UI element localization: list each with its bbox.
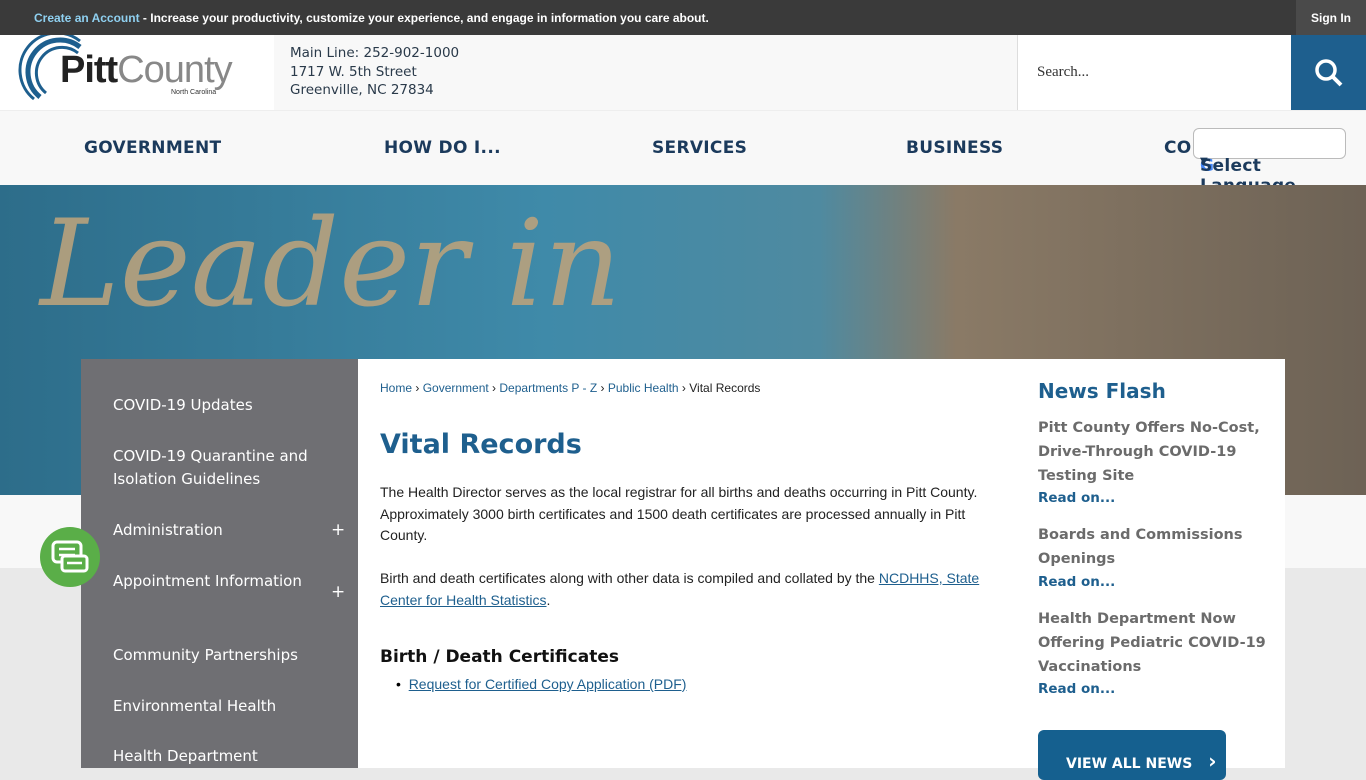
search-input[interactable]: Search... [1017,35,1291,110]
read-on-link[interactable]: Read on... [1038,681,1115,697]
source-paragraph: Birth and death certificates along with … [380,568,980,611]
breadcrumb-home[interactable]: Home [380,381,412,395]
news-item-title[interactable]: Pitt County Offers No-Cost, Drive-Throug… [1038,416,1268,488]
expand-appointment-button[interactable]: + [331,581,345,604]
news-title: News Flash [1038,379,1166,403]
main-nav: GOVERNMENT HOW DO I... SERVICES BUSINESS… [0,110,1366,196]
intro-paragraph: The Health Director serves as the local … [380,484,978,543]
source-text: Birth and death certificates along with … [380,570,879,586]
read-on-link[interactable]: Read on... [1038,574,1115,590]
sign-in-button[interactable]: Sign In [1296,0,1366,35]
news-item-title[interactable]: Health Department Now Offering Pediatric… [1038,607,1268,679]
logo-subtitle: North Carolina [171,89,217,96]
nav-business[interactable]: BUSINESS [906,138,1003,158]
top-bar: Create an Account - Increase your produc… [0,0,1366,35]
sidebar-item-appointment[interactable]: Appointment Information [113,570,323,593]
chat-button[interactable] [40,527,100,587]
nav-services[interactable]: SERVICES [652,138,747,158]
view-all-news-button[interactable]: VIEW ALL NEWS › [1038,730,1226,780]
nav-government[interactable]: GOVERNMENT [84,138,221,158]
main-content: Home › Government › Departments P - Z › … [358,359,1285,780]
expand-administration-button[interactable]: + [331,519,345,542]
page-title: Vital Records [380,429,582,460]
sidebar-item-community-partnerships[interactable]: Community Partnerships [113,644,323,667]
list-item: • Request for Certified Copy Application… [396,676,687,692]
chevron-down-icon: ▼ [1200,156,1208,167]
logo-county: County [117,49,232,91]
logo-pitt: Pitt [60,49,118,91]
certified-copy-link[interactable]: Request for Certified Copy Application (… [409,676,687,692]
sidebar-item-covid-updates[interactable]: COVID-19 Updates [113,394,323,417]
breadcrumb-departments[interactable]: Departments P - Z [499,381,597,395]
news-item-title[interactable]: Boards and Commissions Openings [1038,523,1268,571]
view-all-label: VIEW ALL NEWS [1066,756,1193,772]
nav-community[interactable]: CO [1164,138,1192,158]
city: Greenville, NC 27834 [290,82,434,98]
sidebar: COVID-19 Updates COVID-19 Quarantine and… [81,359,358,768]
source-suffix: . [546,591,551,608]
sidebar-item-environmental-health[interactable]: Environmental Health [113,695,323,718]
read-on-link[interactable]: Read on... [1038,490,1115,506]
sidebar-item-administration[interactable]: Administration [113,519,323,542]
breadcrumb-government[interactable]: Government [423,381,489,395]
logo[interactable]: PittCounty North Carolina [0,31,274,110]
nav-how-do-i[interactable]: HOW DO I... [384,138,501,158]
breadcrumb-current: Vital Records [689,381,761,395]
sidebar-item-quarantine[interactable]: COVID-19 Quarantine and Isolation Guidel… [113,445,323,491]
create-account-link[interactable]: Create an Account [34,11,140,25]
language-select[interactable]: G Select Language ▼ [1193,128,1346,196]
tagline: - Increase your productivity, customize … [139,10,709,25]
search-button[interactable] [1291,35,1366,110]
header: PittCounty North Carolina Main Line: 252… [0,31,1366,110]
search-icon [1314,58,1342,86]
street: 1717 W. 5th Street [290,63,417,80]
breadcrumb-public-health[interactable]: Public Health [608,381,679,395]
chat-icon [51,540,89,573]
sidebar-item-health-department[interactable]: Health Department [113,745,323,768]
section-heading: Birth / Death Certificates [380,647,619,667]
chevron-right-icon: › [1208,749,1217,773]
breadcrumb: Home › Government › Departments P - Z › … [380,381,761,395]
main-line: Main Line: 252-902-1000 [290,45,460,61]
contact-info: Main Line: 252-902-1000 1717 W. 5th Stre… [290,44,459,100]
hero-text: Leader in [40,195,622,334]
